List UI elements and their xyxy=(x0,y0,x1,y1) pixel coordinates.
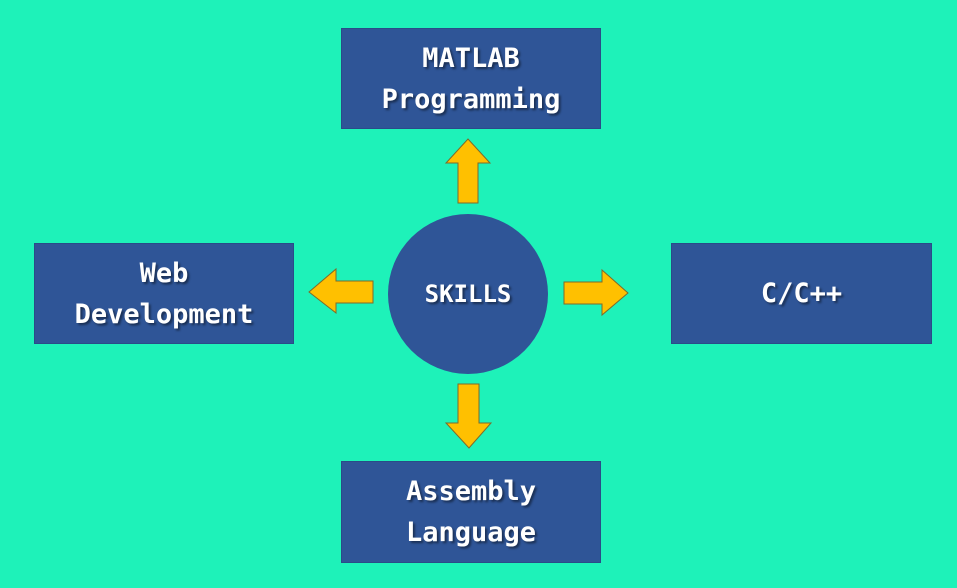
skill-box-web: Web Development xyxy=(34,243,294,344)
skill-box-c: C/C++ xyxy=(671,243,932,344)
skill-label-line1: Web xyxy=(139,257,189,289)
skill-box-assembly: Assembly Language xyxy=(341,461,601,563)
skill-label-line1: C/C++ xyxy=(760,278,843,309)
skills-diagram: MATLAB Programming Web Development C/C++… xyxy=(0,0,957,588)
arrow-left-icon xyxy=(308,267,374,315)
arrow-down-icon xyxy=(444,383,493,449)
skill-box-matlab: MATLAB Programming xyxy=(341,28,601,129)
skills-center-circle: SKILLS xyxy=(388,214,548,374)
skill-label-line1: Assembly xyxy=(405,476,537,507)
skill-label-line2: Language xyxy=(405,517,537,548)
center-label: SKILLS xyxy=(424,280,512,308)
skill-label-line2: Development xyxy=(74,298,254,330)
skill-label-line1: MATLAB xyxy=(422,42,520,74)
arrow-right-icon xyxy=(563,268,629,317)
skill-label-line2: Programming xyxy=(381,83,561,115)
arrow-up-icon xyxy=(444,138,492,204)
